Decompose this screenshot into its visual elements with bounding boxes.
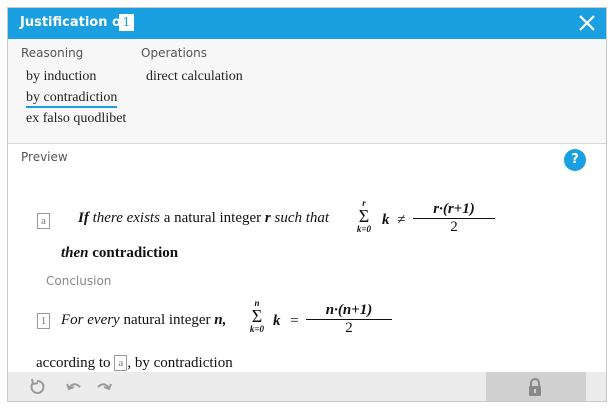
reset-button[interactable] — [28, 378, 46, 396]
fraction-denominator: 2 — [450, 219, 458, 235]
preview-label: Preview — [21, 150, 68, 164]
close-button[interactable] — [576, 12, 598, 34]
according-ref-badge: a — [114, 355, 128, 371]
operation-direct-calculation[interactable]: direct calculation — [146, 69, 243, 85]
operations-header: Operations — [141, 46, 207, 60]
sum-variable: k — [382, 212, 390, 228]
assumption-fraction: r·(r+1) 2 — [413, 201, 495, 236]
conclusion-label: Conclusion — [46, 274, 112, 288]
reasoning-header: Reasoning — [21, 46, 84, 60]
fraction-numerator: n·(n+1) — [306, 302, 392, 320]
according-prefix: according to — [36, 355, 111, 371]
reasoning-by-contradiction[interactable]: by contradiction — [26, 90, 118, 108]
assumption-sum: r Σ k=0 — [351, 198, 377, 234]
lock-button[interactable] — [486, 372, 586, 401]
sum-lower-limit: k=0 — [249, 324, 265, 334]
redo-icon — [97, 383, 112, 391]
conclusion-sum-body: k = — [273, 313, 299, 330]
conclusion-fraction: n·(n+1) 2 — [306, 302, 392, 337]
undo-icon — [66, 383, 81, 391]
conclusion-variable: n, — [214, 312, 227, 328]
title-reference-badge: 1 — [119, 14, 134, 31]
undo-button[interactable] — [65, 378, 83, 396]
assumption-statement: If there exists a natural integer r such… — [78, 210, 329, 227]
assumption-text: a natural integer — [163, 210, 262, 226]
reset-icon — [30, 378, 45, 394]
lock-icon — [529, 378, 541, 396]
relation-symbol: ≠ — [397, 212, 406, 228]
contradiction-word: contradiction — [92, 245, 179, 261]
close-icon — [579, 15, 595, 31]
dialog-title: Justification of — [20, 15, 127, 30]
then-keyword: then — [61, 245, 89, 261]
assumption-sum-body: k ≠ — [382, 212, 405, 229]
conclusion-ref-badge: 1 — [37, 313, 50, 329]
for-every-keyword: For every — [61, 312, 120, 328]
relation-symbol: = — [290, 313, 299, 329]
bottom-toolbar — [8, 372, 606, 401]
sum-symbol: Σ — [251, 306, 263, 326]
conclusion-statement: For every natural integer n, — [61, 312, 226, 329]
conclusion-text: natural integer — [123, 312, 211, 328]
reasoning-ex-falso-quodlibet[interactable]: ex falso quodlibet — [26, 111, 126, 127]
sum-symbol: Σ — [358, 206, 370, 226]
according-suffix: , by contradiction — [127, 355, 233, 371]
preview-panel: Preview ? a If there exists a natural in… — [8, 145, 606, 373]
conclusion-sum: n Σ k=0 — [244, 298, 270, 334]
fraction-denominator: 2 — [345, 320, 353, 336]
help-button[interactable]: ? — [564, 149, 586, 171]
if-keyword: If — [78, 210, 89, 226]
such-that-keyword: such that — [274, 210, 330, 226]
assumption-ref-badge: a — [37, 213, 50, 229]
options-panel: Reasoning Operations by induction by con… — [8, 39, 606, 144]
redo-button[interactable] — [95, 378, 113, 396]
sum-lower-limit: k=0 — [356, 224, 372, 234]
title-bar: Justification of 1 — [8, 8, 606, 39]
fraction-numerator: r·(r+1) — [413, 201, 495, 219]
assumption-variable: r — [264, 210, 271, 226]
according-statement: according to a, by contradiction — [36, 355, 233, 372]
reasoning-by-induction[interactable]: by induction — [26, 69, 96, 85]
sum-variable: k — [273, 313, 281, 329]
there-exists-keyword: there exists — [92, 210, 160, 226]
then-statement: then contradiction — [61, 245, 178, 262]
justification-dialog: Justification of 1 Reasoning Operations … — [7, 7, 607, 402]
